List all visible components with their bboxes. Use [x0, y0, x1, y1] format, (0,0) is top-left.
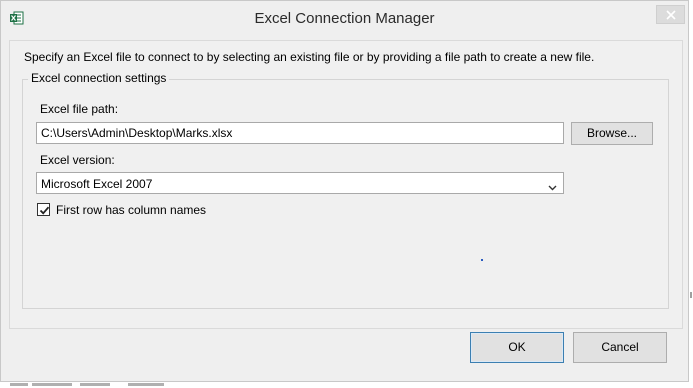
close-icon	[666, 10, 676, 20]
excel-version-value: Microsoft Excel 2007	[41, 177, 153, 191]
first-row-checkbox[interactable]	[37, 203, 50, 216]
close-button[interactable]	[656, 5, 685, 24]
window-edge-bottom	[0, 382, 693, 388]
dialog-title: Excel Connection Manager	[254, 10, 435, 27]
ok-button[interactable]: OK	[470, 332, 564, 363]
file-path-label: Excel file path:	[40, 102, 119, 116]
chevron-down-icon	[548, 180, 557, 194]
loading-dot	[481, 259, 483, 261]
first-row-label[interactable]: First row has column names	[56, 203, 206, 217]
file-path-input[interactable]	[36, 122, 564, 144]
window-edge	[689, 0, 693, 388]
connection-settings-group	[22, 79, 669, 309]
excel-version-label: Excel version:	[40, 153, 115, 167]
title-bar[interactable]: Excel Connection Manager	[1, 1, 688, 38]
checkmark-icon	[39, 206, 50, 215]
group-label: Excel connection settings	[28, 71, 170, 85]
browse-button[interactable]: Browse...	[571, 122, 653, 145]
excel-version-select[interactable]: Microsoft Excel 2007	[36, 172, 564, 194]
description-text: Specify an Excel file to connect to by s…	[24, 50, 595, 64]
cancel-button[interactable]: Cancel	[573, 332, 667, 363]
